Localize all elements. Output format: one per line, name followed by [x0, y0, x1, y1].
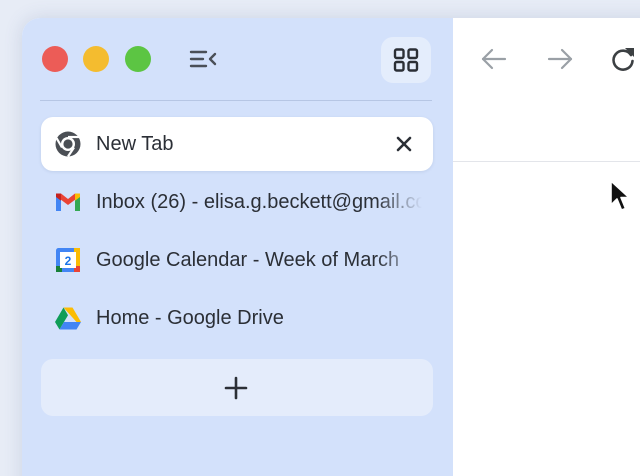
- reload-icon[interactable]: [608, 44, 638, 74]
- browser-toolbar: [453, 18, 640, 162]
- new-tab-button[interactable]: [41, 359, 433, 416]
- minimize-window-button[interactable]: [83, 46, 109, 72]
- chrome-icon: [55, 131, 81, 158]
- forward-arrow-icon[interactable]: [545, 44, 575, 74]
- browser-window: New Tab Inbox (26) - elisa.g.beckett@gma…: [22, 18, 640, 476]
- tab-title: New Tab: [96, 133, 174, 155]
- calendar-day-label: 2: [65, 254, 72, 268]
- tab-gmail-inbox[interactable]: Inbox (26) - elisa.g.beckett@gmail.com -…: [41, 175, 433, 229]
- tab-overview-button[interactable]: [381, 37, 431, 83]
- tab-google-calendar[interactable]: 2 Google Calendar - Week of March: [41, 233, 433, 287]
- tab-title: Home - Google Drive: [96, 307, 284, 329]
- collapse-sidebar-button[interactable]: [188, 46, 218, 72]
- close-window-button[interactable]: [42, 46, 68, 72]
- plus-icon: [224, 376, 248, 400]
- vertical-tabs-sidebar: New Tab Inbox (26) - elisa.g.beckett@gma…: [22, 18, 453, 476]
- page-content-area: [453, 18, 640, 476]
- tab-new-tab[interactable]: New Tab: [41, 117, 433, 171]
- close-tab-icon[interactable]: [393, 133, 415, 155]
- tab-title: Google Calendar - Week of March: [96, 249, 400, 271]
- tab-title: Inbox (26) - elisa.g.beckett@gmail.com -…: [96, 191, 422, 213]
- google-calendar-icon: 2: [56, 248, 80, 272]
- zoom-window-button[interactable]: [125, 46, 151, 72]
- tab-google-drive[interactable]: Home - Google Drive: [41, 291, 433, 345]
- google-drive-icon: [55, 307, 81, 330]
- grid-icon: [393, 48, 419, 72]
- mouse-pointer-icon: [610, 180, 630, 211]
- gmail-icon: [56, 193, 80, 211]
- back-arrow-icon[interactable]: [479, 44, 509, 74]
- sidebar-divider: [40, 100, 432, 101]
- collapse-sidebar-icon: [189, 50, 217, 68]
